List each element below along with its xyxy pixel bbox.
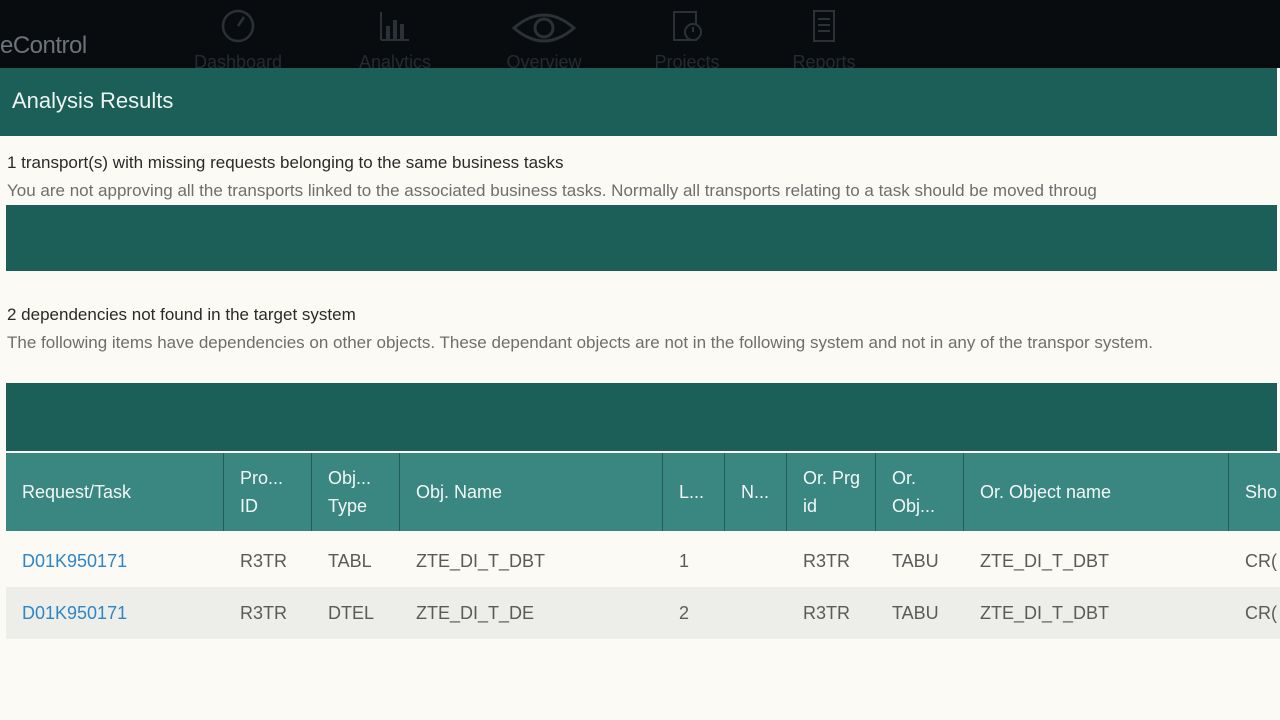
top-navigation: eControl Dashboard Analytics Overview Pr…	[0, 0, 1280, 72]
cell-orig-object-name: ZTE_DI_T_DBT	[980, 603, 1110, 623]
reports-document-icon	[813, 10, 835, 42]
dependencies-table-toolbar	[6, 383, 1277, 451]
col-orig-object-label: Or. Obj...	[892, 468, 936, 516]
col-orig-object-name[interactable]: Or. Object name	[964, 453, 1229, 531]
cell-n	[725, 535, 741, 587]
col-short[interactable]: Sho	[1229, 453, 1280, 531]
cell-short: CR(	[1245, 603, 1277, 623]
cell-n	[725, 587, 741, 639]
cell-short: CR(	[1245, 551, 1277, 571]
section-dependencies-desc: The following items have dependencies on…	[7, 333, 1153, 352]
col-orig-program-id[interactable]: Or. Prg id	[787, 453, 876, 531]
cell-orig-object: TABU	[892, 603, 939, 623]
page: eControl Dashboard Analytics Overview Pr…	[0, 0, 1280, 720]
projects-clock-icon	[673, 11, 702, 41]
cell-object-name: ZTE_DI_T_DBT	[416, 551, 546, 571]
nav-analytics[interactable]: Analytics	[335, 4, 455, 72]
col-object-name[interactable]: Obj. Name	[400, 453, 663, 531]
col-n[interactable]: N...	[725, 453, 787, 531]
table-row[interactable]: D01K950171 R3TR TABL ZTE_DI_T_DBT 1 R3TR…	[6, 535, 1280, 587]
overview-eye-icon	[512, 13, 576, 43]
col-program-id-label: Pro... ID	[240, 468, 284, 516]
cell-orig-program-id: R3TR	[803, 551, 851, 571]
page-title: Analysis Results	[12, 88, 174, 113]
dashboard-gauge-icon	[221, 9, 255, 43]
col-object-type[interactable]: Obj... Type	[312, 453, 400, 531]
cell-program-id: R3TR	[240, 551, 288, 571]
col-request-task[interactable]: Request/Task	[6, 453, 224, 531]
cell-l: 2	[679, 603, 690, 623]
nav-projects[interactable]: Projects	[627, 4, 747, 72]
col-l[interactable]: L...	[663, 453, 725, 531]
cell-object-type: TABL	[328, 551, 372, 571]
table-header: Request/Task Pro... ID Obj... Type Obj. …	[6, 453, 1280, 531]
cell-orig-object: TABU	[892, 551, 939, 571]
results-title-bar: Analysis Results	[0, 68, 1277, 136]
cell-l: 1	[679, 551, 690, 571]
analytics-chart-icon	[380, 12, 409, 41]
cell-object-type: DTEL	[328, 603, 375, 623]
request-task-link[interactable]: D01K950171	[6, 587, 127, 639]
nav-dashboard[interactable]: Dashboard	[178, 4, 298, 72]
table-row[interactable]: D01K950171 R3TR DTEL ZTE_DI_T_DE 2 R3TR …	[6, 587, 1280, 639]
col-object-type-label: Obj... Type	[328, 468, 372, 516]
request-task-link[interactable]: D01K950171	[6, 535, 127, 587]
section-missing-requests-desc: You are not approving all the transports…	[7, 181, 1097, 200]
cell-program-id: R3TR	[240, 603, 288, 623]
cell-object-name: ZTE_DI_T_DE	[416, 603, 535, 623]
nav-overview[interactable]: Overview	[484, 4, 604, 72]
col-orig-program-id-label: Or. Prg id	[803, 468, 861, 516]
section-dependencies-title: 2 dependencies not found in the target s…	[7, 305, 356, 324]
col-orig-object[interactable]: Or. Obj...	[876, 453, 964, 531]
col-program-id[interactable]: Pro... ID	[224, 453, 312, 531]
section-missing-requests-title: 1 transport(s) with missing requests bel…	[7, 153, 564, 172]
nav-reports[interactable]: Reports	[764, 4, 884, 72]
missing-requests-table-band	[6, 205, 1277, 271]
cell-orig-program-id: R3TR	[803, 603, 851, 623]
cell-orig-object-name: ZTE_DI_T_DBT	[980, 551, 1110, 571]
brand-logo: eControl	[0, 32, 87, 59]
